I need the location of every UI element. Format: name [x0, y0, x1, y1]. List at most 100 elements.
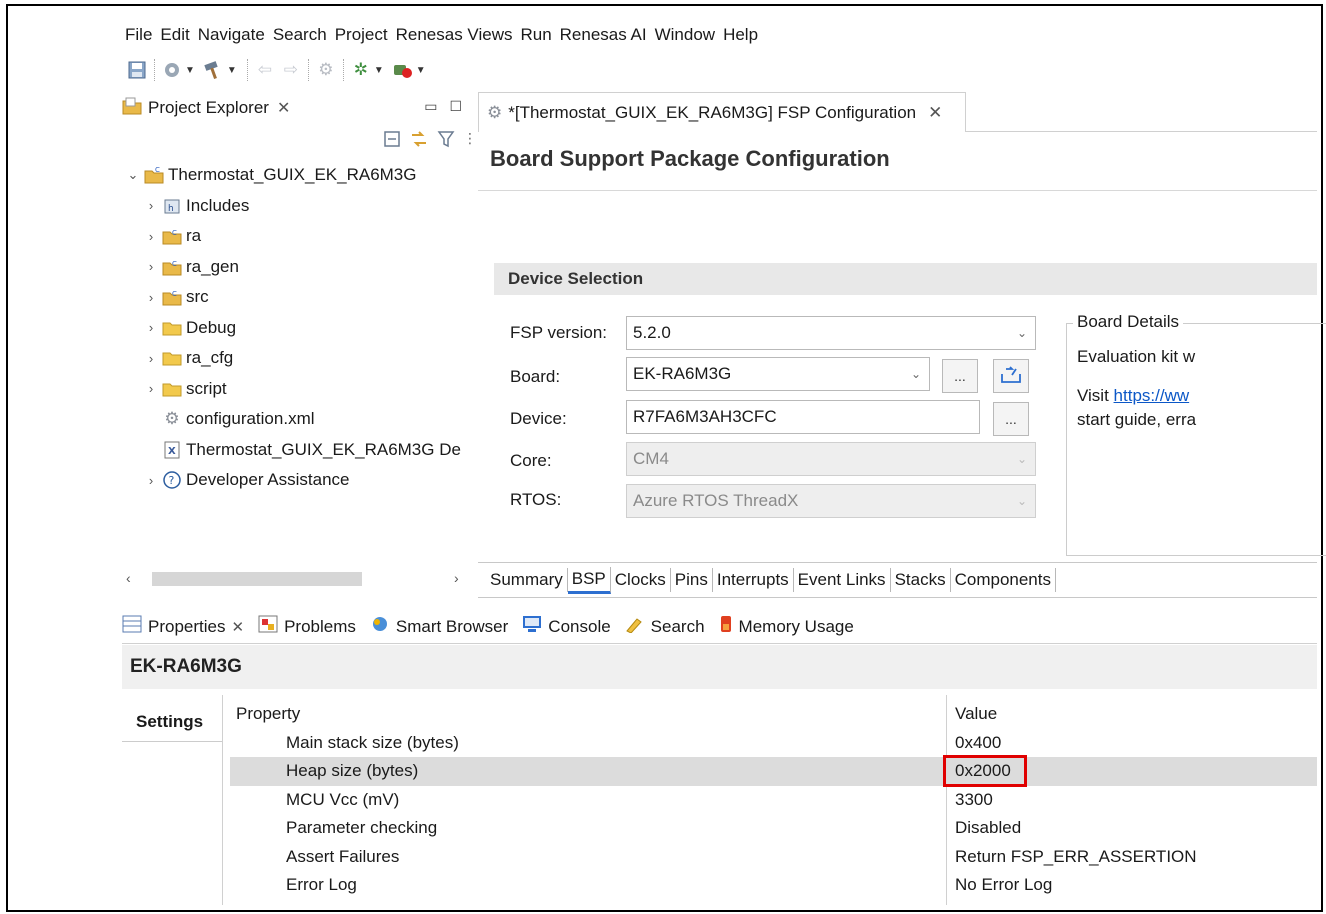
forward-icon[interactable]: ⇨: [280, 59, 302, 81]
close-icon[interactable]: ✕: [928, 103, 942, 123]
debug-bug-icon[interactable]: ✲: [350, 59, 372, 81]
menu-renesas-views[interactable]: Renesas Views: [393, 25, 518, 45]
tab-components[interactable]: Components: [951, 568, 1056, 592]
tab-search[interactable]: Search: [625, 615, 705, 638]
collapse-all-icon[interactable]: [383, 130, 401, 153]
tree-item-project[interactable]: ⌄ C Thermostat_GUIX_EK_RA6M3G: [122, 160, 472, 191]
editor-tab-bar: ⚙ *[Thermostat_GUIX_EK_RA6M3G] FSP Confi…: [478, 92, 1317, 132]
back-icon[interactable]: ⇦: [254, 59, 276, 81]
tab-event-links[interactable]: Event Links: [794, 568, 891, 592]
project-explorer-tab[interactable]: Project Explorer ✕ ▭ ☐: [122, 92, 466, 124]
tab-problems[interactable]: Problems: [258, 615, 356, 638]
menu-run[interactable]: Run: [517, 25, 556, 45]
import-board-button[interactable]: [993, 359, 1029, 393]
tree-item-xml-file[interactable]: X Thermostat_GUIX_EK_RA6M3G De: [122, 435, 472, 466]
project-explorer-hscrollbar[interactable]: ‹ ›: [122, 570, 474, 588]
menu-window[interactable]: Window: [652, 25, 720, 45]
menu-navigate[interactable]: Navigate: [195, 25, 270, 45]
chevron-down-icon[interactable]: ▼: [416, 65, 426, 76]
rtos-label: RTOS:: [510, 490, 562, 509]
source-folder-icon: C: [161, 226, 183, 246]
gear-build-icon[interactable]: [161, 59, 183, 81]
tab-console[interactable]: Console: [522, 615, 611, 638]
property-name: Error Log: [286, 875, 357, 895]
close-icon[interactable]: ✕: [231, 618, 244, 636]
property-value[interactable]: 3300: [955, 790, 993, 810]
tab-memory-usage[interactable]: Memory Usage: [719, 615, 854, 638]
scroll-thumb[interactable]: [152, 572, 362, 586]
tab-smart-browser[interactable]: Smart Browser: [370, 615, 508, 638]
tree-item-includes[interactable]: › h Includes: [122, 191, 472, 222]
table-row[interactable]: Main stack size (bytes) 0x400: [230, 729, 1317, 758]
column-header-property[interactable]: Property: [236, 704, 300, 724]
smart-browser-icon: [370, 615, 390, 638]
menu-renesas-ai[interactable]: Renesas AI: [557, 25, 652, 45]
link-with-editor-icon[interactable]: [409, 130, 429, 153]
property-value[interactable]: Disabled: [955, 818, 1021, 838]
tab-interrupts[interactable]: Interrupts: [713, 568, 794, 592]
tab-bsp[interactable]: BSP: [567, 566, 611, 594]
table-row[interactable]: Heap size (bytes) 0x2000: [230, 757, 1317, 786]
save-icon[interactable]: [126, 59, 148, 81]
fsp-version-select[interactable]: 5.2.0 ⌄: [626, 316, 1036, 350]
view-menu-icon[interactable]: ⋮: [463, 130, 477, 153]
tree-item-configuration-xml[interactable]: ⚙ configuration.xml: [122, 404, 472, 435]
menu-project[interactable]: Project: [332, 25, 393, 45]
board-select[interactable]: EK-RA6M3G ⌄: [626, 357, 930, 391]
chevron-right-icon[interactable]: ›: [144, 320, 158, 335]
table-row[interactable]: Error Log No Error Log: [230, 871, 1317, 900]
board-browse-button[interactable]: ...: [942, 359, 978, 393]
tab-clocks[interactable]: Clocks: [611, 568, 671, 592]
device-selection-header: Device Selection: [494, 263, 1317, 295]
main-toolbar: ▼ ▼ ⇦ ⇨ ⚙ ✲ ▼ ▼: [126, 56, 430, 84]
board-details-link[interactable]: https://ww: [1114, 386, 1190, 405]
hammer-icon[interactable]: [203, 59, 225, 81]
column-header-value[interactable]: Value: [955, 704, 997, 724]
scroll-right-icon[interactable]: ›: [454, 570, 459, 586]
minimize-icon[interactable]: ▭: [424, 98, 437, 115]
table-row[interactable]: MCU Vcc (mV) 3300: [230, 786, 1317, 815]
tree-item-src[interactable]: › C src: [122, 282, 472, 313]
tree-item-developer-assistance[interactable]: › ? Developer Assistance: [122, 465, 472, 496]
property-value[interactable]: No Error Log: [955, 875, 1052, 895]
tree-item-ra-cfg[interactable]: › ra_cfg: [122, 343, 472, 374]
properties-view-tabs: Properties ✕ Problems Smart Browser Cons…: [122, 610, 1317, 644]
menu-edit[interactable]: Edit: [157, 25, 194, 45]
menu-search[interactable]: Search: [270, 25, 332, 45]
maximize-icon[interactable]: ☐: [449, 98, 462, 115]
chevron-right-icon[interactable]: ›: [144, 290, 158, 305]
tree-item-script[interactable]: › script: [122, 374, 472, 405]
property-value[interactable]: 0x400: [955, 733, 1001, 753]
menu-file[interactable]: File: [122, 25, 157, 45]
chevron-right-icon[interactable]: ›: [144, 229, 158, 244]
chevron-down-icon[interactable]: ⌄: [126, 167, 140, 183]
chevron-down-icon[interactable]: ▼: [227, 65, 237, 76]
tab-properties[interactable]: Properties ✕: [122, 615, 244, 638]
table-row[interactable]: Assert Failures Return FSP_ERR_ASSERTION: [230, 843, 1317, 872]
run-external-icon[interactable]: [392, 59, 414, 81]
chevron-down-icon[interactable]: ▼: [185, 65, 195, 76]
settings-icon[interactable]: ⚙: [315, 59, 337, 81]
tab-settings[interactable]: Settings: [122, 702, 222, 742]
chevron-right-icon[interactable]: ›: [144, 198, 158, 213]
chevron-right-icon[interactable]: ›: [144, 259, 158, 274]
close-icon[interactable]: ✕: [277, 98, 290, 118]
tree-item-ra-gen[interactable]: › C ra_gen: [122, 252, 472, 283]
chevron-right-icon[interactable]: ›: [144, 473, 158, 488]
tree-item-debug[interactable]: › Debug: [122, 313, 472, 344]
property-value[interactable]: Return FSP_ERR_ASSERTION: [955, 847, 1197, 867]
editor-tab-fsp-configuration[interactable]: ⚙ *[Thermostat_GUIX_EK_RA6M3G] FSP Confi…: [478, 92, 966, 132]
device-browse-button[interactable]: ...: [993, 402, 1029, 436]
tab-stacks[interactable]: Stacks: [891, 568, 951, 592]
tab-pins[interactable]: Pins: [671, 568, 713, 592]
table-row[interactable]: Parameter checking Disabled: [230, 814, 1317, 843]
chevron-right-icon[interactable]: ›: [144, 381, 158, 396]
scroll-left-icon[interactable]: ‹: [126, 570, 131, 586]
filter-icon[interactable]: [437, 130, 455, 153]
chevron-down-icon[interactable]: ▼: [374, 65, 384, 76]
tree-item-ra[interactable]: › C ra: [122, 221, 472, 252]
chevron-right-icon[interactable]: ›: [144, 351, 158, 366]
device-field[interactable]: R7FA6M3AH3CFC: [626, 400, 980, 434]
menu-help[interactable]: Help: [720, 25, 763, 45]
tab-summary[interactable]: Summary: [486, 568, 568, 592]
